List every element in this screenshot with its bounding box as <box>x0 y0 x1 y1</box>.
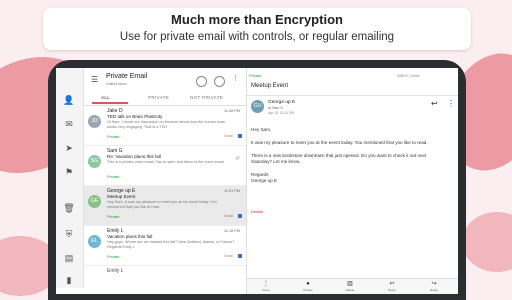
done-icon: ⋮ <box>263 281 269 287</box>
private-icon: ● <box>306 281 310 287</box>
subject: Meetup Event <box>107 194 136 199</box>
decorative-blob <box>462 212 512 272</box>
account-source: Gmail <box>224 134 233 138</box>
banner-title: Much more than Encryption <box>171 12 343 27</box>
thread-count: (2 <box>236 155 240 160</box>
account-source: Gmail <box>224 214 233 218</box>
avatar: GE <box>88 195 101 208</box>
list-item[interactable]: EL Emily L 11:18 PM Vacation plans this … <box>84 226 246 266</box>
account-color-icon <box>238 254 242 258</box>
list-item[interactable]: JD Jake D 11:45 PM TED talk on Brain Pla… <box>84 106 246 146</box>
subject: Re: Vacation plans this fall <box>107 154 161 159</box>
action-bar: ⋮ Done ● Private ▥ Delete ↩ Reply ↪ Reply <box>247 278 458 294</box>
send-icon[interactable]: ➤ <box>63 142 75 154</box>
private-tag: Private <box>107 214 120 219</box>
list-item-selected[interactable]: GE George up E 11:01 PM Meetup Event Hey… <box>84 186 246 226</box>
tab-private[interactable]: PRIVATE <box>148 95 169 100</box>
reply-all-button[interactable]: ↪ Reply <box>423 280 445 292</box>
tab-all[interactable]: ALL <box>101 95 110 100</box>
account-label: IMBOX | Gmail <box>397 74 420 78</box>
list-item[interactable]: Emily L <box>84 266 246 294</box>
sender-name: Emily L <box>107 268 124 274</box>
private-tag: Private <box>107 134 120 139</box>
body-line: Regards <box>251 172 269 177</box>
details-link[interactable]: Details <box>251 209 263 214</box>
sender-avatar: GU <box>251 100 264 113</box>
menu-icon[interactable]: ☰ <box>91 75 98 84</box>
subject: TED talk on Brain Plasticity <box>107 114 163 119</box>
body-line: Hey Sam, <box>251 127 272 132</box>
detail-date: Apr 13, 11:01 PM <box>268 111 295 115</box>
body-line: There is a new bookstore downtown that j… <box>251 153 427 164</box>
active-tab-indicator <box>92 102 128 104</box>
body-line: It was my pleasure to meet you at the ev… <box>251 140 428 145</box>
filter-tabs: ALL PRIVATE NOT PRIVATE <box>84 92 246 106</box>
private-label: Private <box>249 73 262 78</box>
avatar: SG <box>88 155 101 168</box>
banner-subtitle: Use for private email with controls, or … <box>119 31 395 43</box>
detail-sender: George up E <box>268 100 296 105</box>
flag-icon[interactable]: ⚑ <box>63 166 75 178</box>
account-color-icon <box>238 134 242 138</box>
divider <box>247 95 458 96</box>
message-list: ☰ Private Email Unified Inbox ⋮ ALL PRIV… <box>84 68 247 294</box>
detail-recipient: to Sam G <box>268 106 284 110</box>
timestamp: 11:45 PM <box>224 109 240 113</box>
list-header: ☰ Private Email Unified Inbox ⋮ <box>84 68 246 92</box>
app-subtitle: Unified Inbox <box>106 82 127 86</box>
more-options-icon[interactable]: ⋮ <box>447 99 455 108</box>
list-item[interactable]: SG Sam G (2 Re: Vacation plans this fall… <box>84 146 246 186</box>
tab-not-private[interactable]: NOT PRIVATE <box>190 95 223 100</box>
document-icon[interactable]: ▤ <box>63 252 75 264</box>
snippet: This is a private voice email. Tap to op… <box>107 160 225 164</box>
app-title: Private Email <box>106 73 148 80</box>
archive-icon[interactable]: ▮ <box>63 274 75 286</box>
detail-subject: Meetup Event <box>251 83 289 89</box>
app-screen: 👤 ✉ ➤ ⚑ 🗑 ⛨ ▤ ▮ ☰ Private Email Unified … <box>56 68 458 294</box>
message-detail: Private IMBOX | Gmail Meetup Event GU Ge… <box>247 68 458 294</box>
private-tag: Private <box>107 174 120 179</box>
account-source: Gmail <box>224 254 233 258</box>
shield-icon[interactable]: ⛨ <box>63 228 75 240</box>
done-button[interactable]: ⋮ Done <box>255 280 277 292</box>
add-contact-icon[interactable]: 👤 <box>63 94 75 106</box>
inbox-icon[interactable]: ✉ <box>63 118 75 130</box>
avatar: JD <box>88 115 101 128</box>
subject: Vacation plans this fall <box>107 234 153 239</box>
avatar: EL <box>88 235 101 248</box>
snippet: Hi Sam, I found our discussion on theori… <box>107 120 226 129</box>
delete-button[interactable]: ▥ Delete <box>339 280 361 292</box>
private-button[interactable]: ● Private <box>297 280 319 292</box>
search-icon[interactable] <box>214 76 225 87</box>
trash-icon[interactable]: 🗑 <box>63 202 75 214</box>
account-color-icon <box>238 214 242 218</box>
snippet: Hey Sam, It was my pleasure to meet you … <box>107 200 217 209</box>
timestamp: 11:01 PM <box>224 189 240 193</box>
more-options-icon[interactable]: ⋮ <box>232 74 239 82</box>
reply-button[interactable]: ↩ Reply <box>381 280 403 292</box>
promo-banner: Much more than Encryption Use for privat… <box>43 8 471 50</box>
timestamp: 11:18 PM <box>224 229 240 233</box>
compose-icon[interactable] <box>196 76 207 87</box>
reply-all-icon: ↪ <box>431 281 437 287</box>
body-line: George up E <box>251 178 278 183</box>
private-tag: Private <box>107 254 120 259</box>
reply-icon[interactable]: ↩ <box>431 99 438 108</box>
nav-rail: 👤 ✉ ➤ ⚑ 🗑 ⛨ ▤ ▮ <box>56 68 84 288</box>
delete-icon: ▥ <box>347 281 353 287</box>
snippet: Hey guys, Where are we headed this fall?… <box>107 240 235 249</box>
reply-icon: ↩ <box>389 281 395 287</box>
